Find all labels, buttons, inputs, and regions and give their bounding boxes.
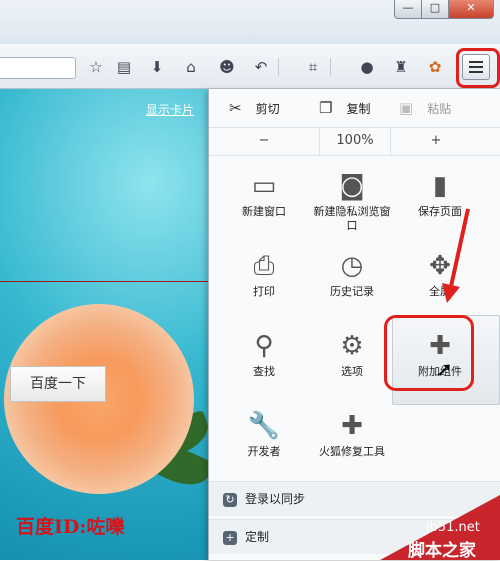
- printer-icon: ⎙: [253, 251, 275, 281]
- clipboard-icon: ▣: [399, 99, 414, 117]
- main-menu-panel: ✂ 剪切 ❐ 复制 ▣ 粘贴 − 100% + ▭ 新建窗口 ◙ 新建隐私浏览窗口 ▮…: [208, 89, 500, 560]
- zoom-row: − 100% +: [209, 127, 500, 156]
- customize-icon: +: [223, 530, 237, 545]
- save-page-icon: ▮: [432, 171, 448, 201]
- close-button[interactable]: ✕: [448, 0, 494, 19]
- zoom-in-button[interactable]: +: [401, 127, 471, 155]
- sync-icon: ↻: [223, 492, 237, 507]
- scissors-icon: ✂: [229, 99, 242, 117]
- maximize-button[interactable]: □: [421, 0, 449, 19]
- chat-icon[interactable]: ☻: [216, 56, 238, 78]
- undo-icon[interactable]: ↶: [250, 56, 272, 78]
- watermark-id: 百度ID:咗嚛: [16, 516, 125, 538]
- home-icon[interactable]: ⌂: [180, 56, 202, 78]
- wrench-icon: 🔧: [247, 411, 281, 441]
- copy-button[interactable]: ❐ 复制: [319, 89, 370, 127]
- show-card-link[interactable]: 显示卡片: [146, 101, 194, 118]
- addons-highlight: [384, 315, 474, 391]
- new-private-window-button[interactable]: ◙ 新建隐私浏览窗口: [307, 169, 397, 239]
- find-button[interactable]: ⚲ 查找: [219, 329, 309, 399]
- window-icon: ▭: [251, 171, 277, 201]
- mouse-cursor-icon: ➚: [436, 357, 453, 381]
- history-button[interactable]: ◷ 历史记录: [307, 249, 397, 319]
- url-bar[interactable]: [0, 57, 76, 79]
- addon-icon[interactable]: ♜: [390, 56, 412, 78]
- crop-icon[interactable]: ⌗: [302, 56, 324, 78]
- mask-icon: ◙: [339, 171, 365, 201]
- star-icon[interactable]: ☆: [85, 56, 107, 78]
- copy-icon: ❐: [319, 99, 333, 117]
- zoom-reset-button[interactable]: 100%: [319, 127, 391, 155]
- edit-row: ✂ 剪切 ❐ 复制 ▣ 粘贴: [209, 89, 500, 128]
- firefox-repair-button[interactable]: ✚ 火狐修复工具: [307, 409, 397, 479]
- annotation-arrow: [442, 208, 470, 303]
- minimize-button[interactable]: —: [394, 0, 422, 19]
- comment-icon[interactable]: ●: [356, 56, 378, 78]
- watermark-name: 脚本之家: [408, 541, 476, 561]
- reading-list-icon[interactable]: ▤: [113, 56, 135, 78]
- toolbar-separator: [278, 58, 279, 76]
- watermark-site: jb51.net: [426, 520, 480, 535]
- toolbar-separator: [330, 58, 331, 76]
- baidu-search-button[interactable]: 百度一下: [10, 366, 106, 402]
- history-icon: ◷: [340, 251, 364, 281]
- paste-button[interactable]: ▣ 粘贴: [399, 89, 451, 127]
- developer-button[interactable]: 🔧 开发者: [219, 409, 309, 479]
- menu-button-highlight: [456, 48, 500, 88]
- navigation-toolbar: ☆ ▤ ⬇ ⌂ ☻ ↶ ⌗ ● ♜ ✿: [0, 44, 500, 89]
- zoom-out-button[interactable]: −: [229, 127, 299, 155]
- cut-button[interactable]: ✂ 剪切: [229, 89, 280, 127]
- firstaid-icon: ✚: [341, 411, 363, 441]
- print-button[interactable]: ⎙ 打印: [219, 249, 309, 319]
- new-window-button[interactable]: ▭ 新建窗口: [219, 169, 309, 239]
- theme-icon[interactable]: ✿: [424, 56, 446, 78]
- search-icon: ⚲: [254, 331, 274, 361]
- download-icon[interactable]: ⬇: [146, 56, 168, 78]
- window-titlebar: — □ ✕: [0, 0, 500, 44]
